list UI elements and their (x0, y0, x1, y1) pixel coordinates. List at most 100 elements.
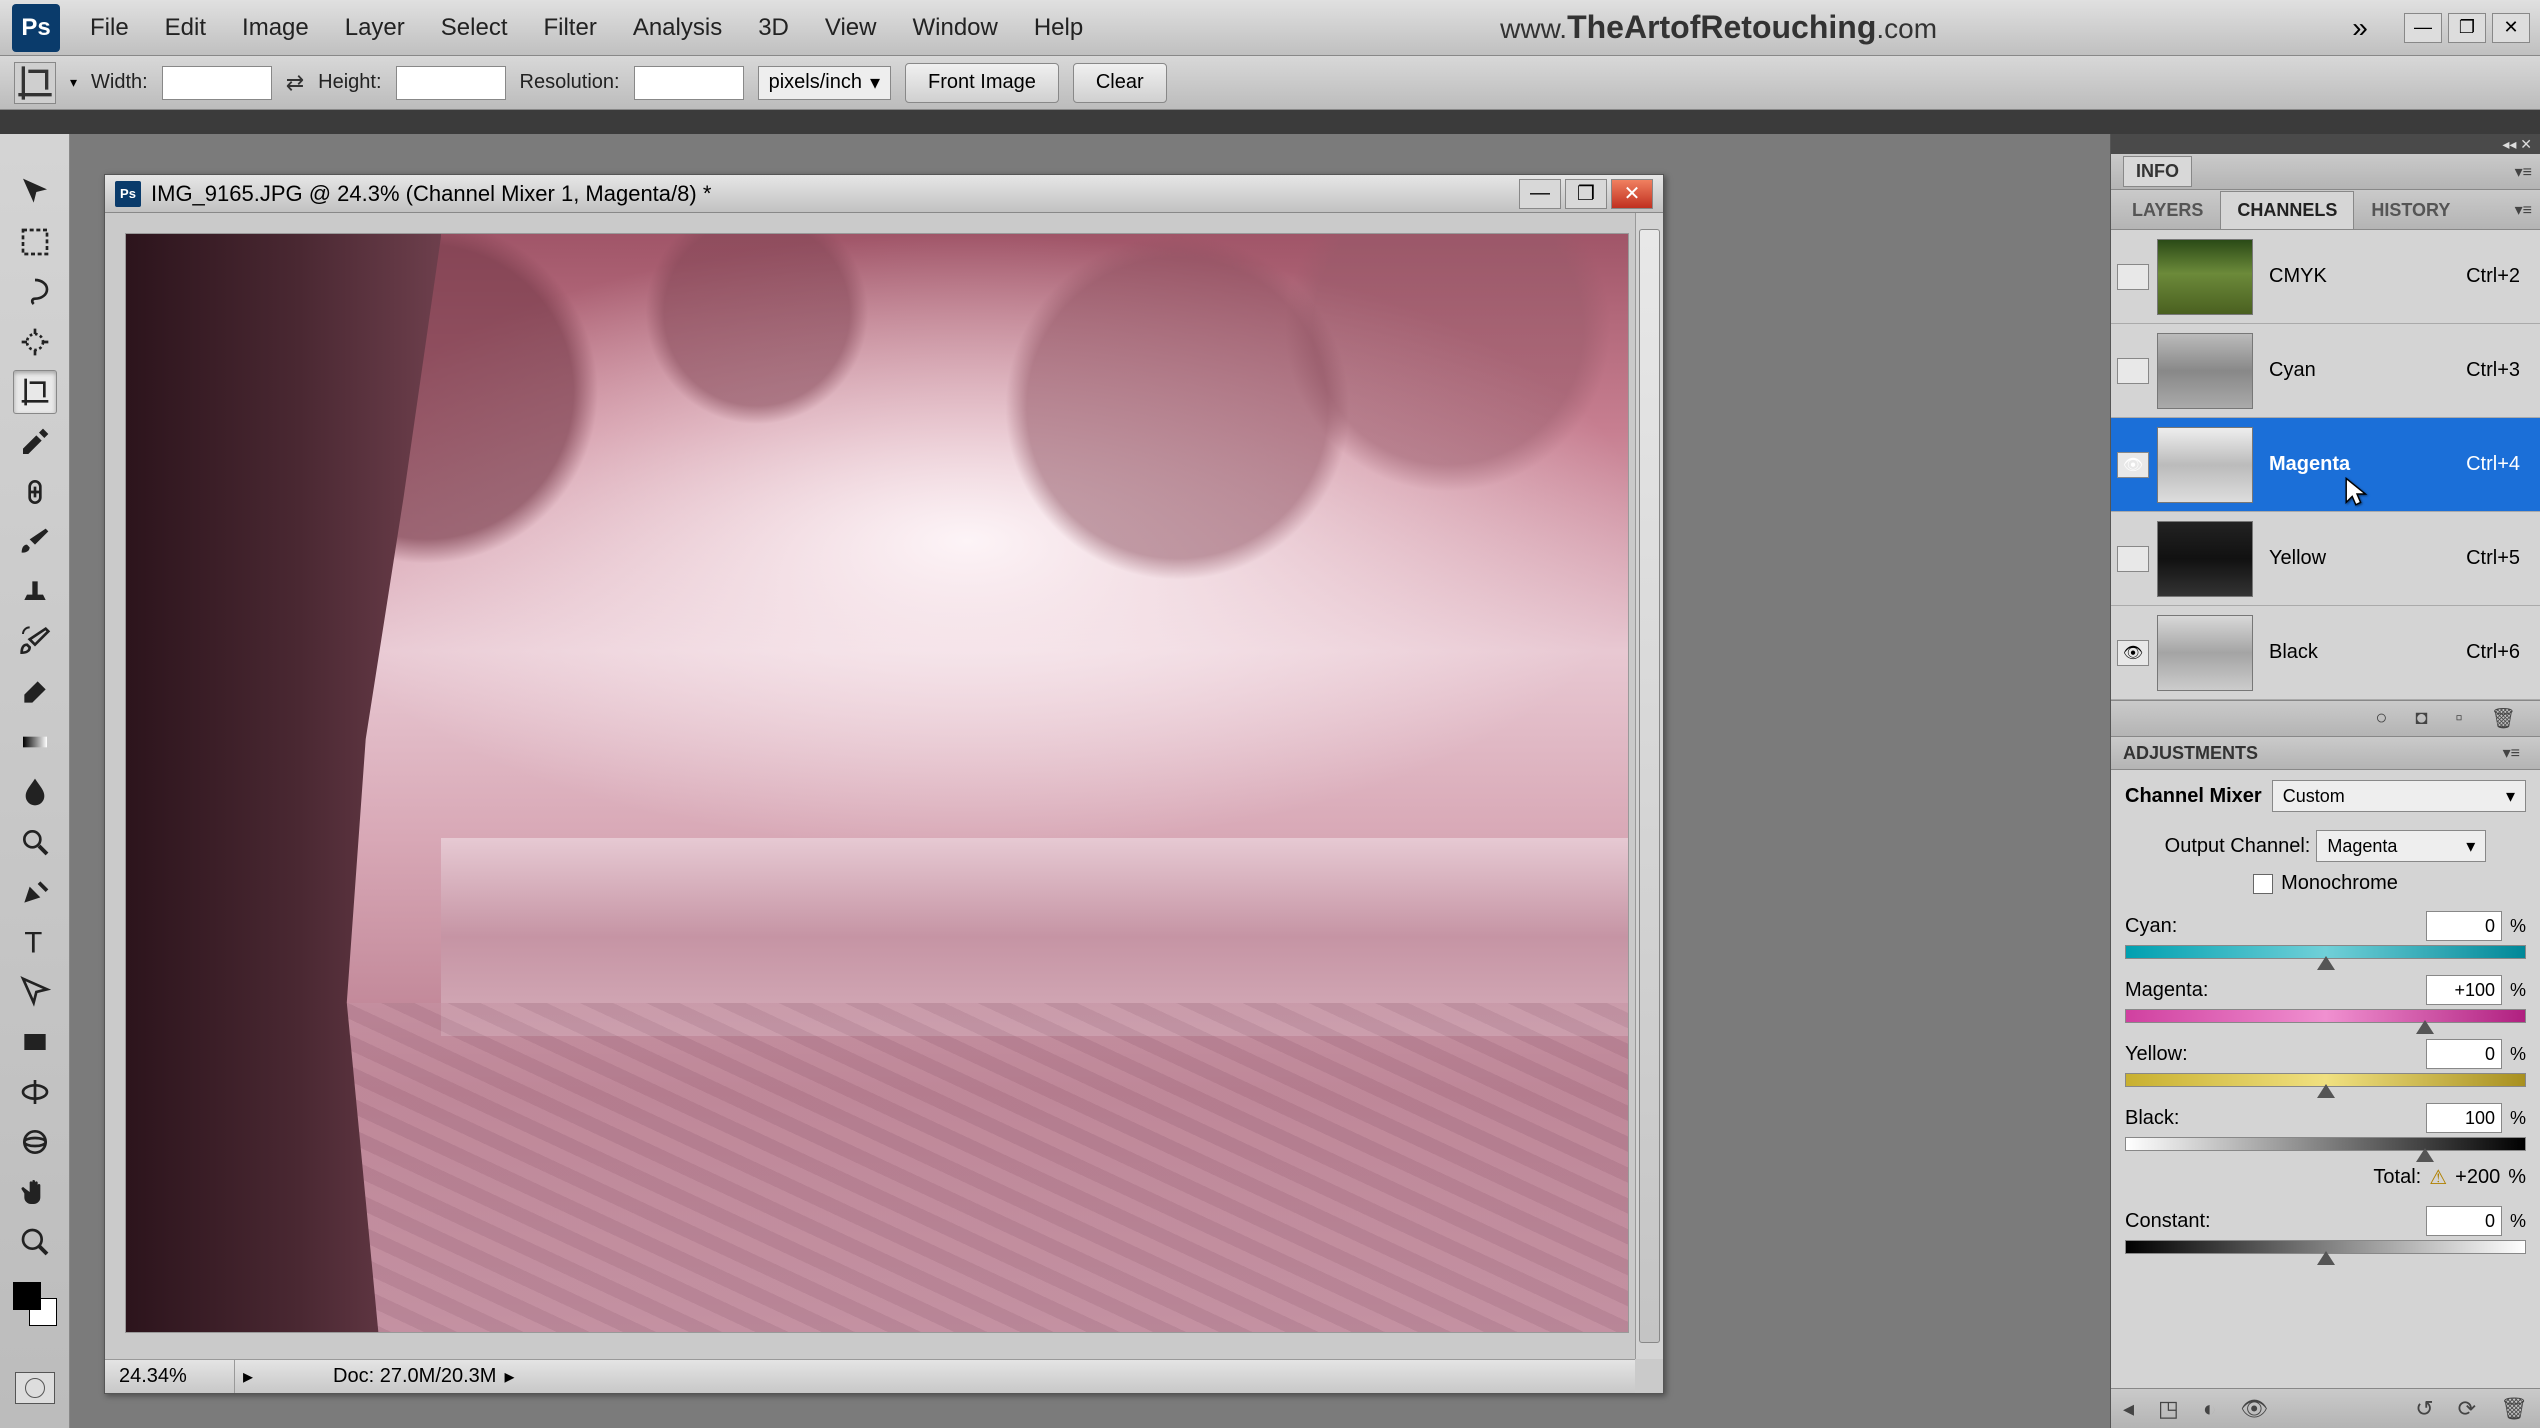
eraser-tool[interactable] (13, 670, 57, 714)
menu-image[interactable]: Image (224, 14, 327, 42)
app-restore-button[interactable]: ❐ (2448, 13, 2486, 43)
tab-history[interactable]: HISTORY (2354, 191, 2467, 229)
tab-channels[interactable]: CHANNELS (2220, 191, 2354, 229)
doc-close-button[interactable]: ✕ (1611, 179, 1653, 209)
monochrome-checkbox[interactable] (2253, 874, 2273, 894)
menu-help[interactable]: Help (1016, 14, 1101, 42)
new-channel-icon[interactable]: ▫ (2456, 707, 2463, 730)
quick-select-tool[interactable] (13, 320, 57, 364)
menu-analysis[interactable]: Analysis (615, 14, 740, 42)
zoom-tool[interactable] (13, 1220, 57, 1264)
channel-thumbnail[interactable] (2157, 615, 2253, 691)
visibility-toggle[interactable] (2117, 452, 2149, 478)
back-icon[interactable]: ◂ (2123, 1396, 2134, 1422)
vertical-scrollbar[interactable] (1635, 213, 1663, 1359)
crop-width-input[interactable] (162, 66, 272, 100)
slider-thumb[interactable] (2317, 1084, 2335, 1098)
rectangle-tool[interactable] (13, 1020, 57, 1064)
zoom-level[interactable]: 24.34% (105, 1360, 235, 1393)
slider-thumb[interactable] (2317, 1251, 2335, 1265)
app-minimize-button[interactable]: ― (2404, 13, 2442, 43)
channel-row-black[interactable]: Black Ctrl+6 (2111, 606, 2540, 700)
tab-layers[interactable]: LAYERS (2115, 191, 2220, 229)
delete-adjustment-icon[interactable]: 🗑 (2500, 1396, 2528, 1422)
menu-edit[interactable]: Edit (147, 14, 224, 42)
slider-thumb[interactable] (2416, 1148, 2434, 1162)
preset-select[interactable]: Custom▾ (2272, 780, 2526, 812)
menu-layer[interactable]: Layer (327, 14, 423, 42)
black-slider[interactable] (2125, 1137, 2526, 1151)
channel-thumbnail[interactable] (2157, 333, 2253, 409)
color-swatches[interactable] (13, 1282, 57, 1326)
clip-layer-icon[interactable]: ◐ (2203, 1396, 2216, 1422)
info-panel-menu-icon[interactable]: ▾≡ (2515, 162, 2532, 182)
channel-row-yellow[interactable]: Yellow Ctrl+5 (2111, 512, 2540, 606)
clone-stamp-tool[interactable] (13, 570, 57, 614)
cyan-slider[interactable] (2125, 945, 2526, 959)
crop-height-input[interactable] (396, 66, 506, 100)
swap-dimensions-icon[interactable]: ⇄ (286, 70, 304, 96)
channel-row-cmyk[interactable]: CMYK Ctrl+2 (2111, 230, 2540, 324)
blur-tool[interactable] (13, 770, 57, 814)
crop-tool-preset-icon[interactable] (14, 62, 56, 104)
pen-tool[interactable] (13, 870, 57, 914)
channel-thumbnail[interactable] (2157, 239, 2253, 315)
resolution-units-select[interactable]: pixels/inch▾ (758, 66, 891, 100)
menu-filter[interactable]: Filter (525, 14, 614, 42)
visibility-toggle[interactable] (2117, 264, 2149, 290)
doc-minimize-button[interactable]: ― (1519, 179, 1561, 209)
marquee-tool[interactable] (13, 220, 57, 264)
magenta-slider[interactable] (2125, 1009, 2526, 1023)
constant-value-input[interactable]: 0 (2426, 1206, 2502, 1236)
type-tool[interactable]: T (13, 920, 57, 964)
history-brush-tool[interactable] (13, 620, 57, 664)
hand-tool[interactable] (13, 1170, 57, 1214)
quickmask-toggle[interactable] (15, 1372, 55, 1404)
panel-collapse-icon[interactable]: ◂◂ ✕ (2111, 134, 2540, 154)
vertical-scroll-thumb[interactable] (1639, 229, 1660, 1343)
menu-3d[interactable]: 3D (740, 14, 807, 42)
channel-thumbnail[interactable] (2157, 427, 2253, 503)
channel-row-cyan[interactable]: Cyan Ctrl+3 (2111, 324, 2540, 418)
output-channel-select[interactable]: Magenta▾ (2316, 830, 2486, 862)
constant-slider[interactable] (2125, 1240, 2526, 1254)
clear-button[interactable]: Clear (1073, 63, 1167, 103)
magenta-value-input[interactable]: +100 (2426, 975, 2502, 1005)
yellow-value-input[interactable]: 0 (2426, 1039, 2502, 1069)
image-surface[interactable] (125, 233, 1629, 1333)
brush-tool[interactable] (13, 520, 57, 564)
app-close-button[interactable]: ✕ (2492, 13, 2530, 43)
document-titlebar[interactable]: Ps IMG_9165.JPG @ 24.3% (Channel Mixer 1… (105, 175, 1663, 213)
visibility-toggle[interactable] (2117, 358, 2149, 384)
visibility-toggle[interactable] (2117, 546, 2149, 572)
3d-rotate-tool[interactable] (13, 1070, 57, 1114)
channels-panel-menu-icon[interactable]: ▾≡ (2515, 200, 2532, 220)
eyedropper-tool[interactable] (13, 420, 57, 464)
channel-thumbnail[interactable] (2157, 521, 2253, 597)
document-size[interactable]: Doc: 27.0M/20.3M (253, 1365, 496, 1388)
front-image-button[interactable]: Front Image (905, 63, 1059, 103)
channel-row-magenta[interactable]: Magenta Ctrl+4 (2111, 418, 2540, 512)
load-selection-icon[interactable]: ○ (2375, 707, 2387, 730)
zoom-menu-icon[interactable]: ▸ (243, 1364, 253, 1389)
crop-resolution-input[interactable] (634, 66, 744, 100)
tab-info[interactable]: INFO (2123, 156, 2192, 187)
3d-orbit-tool[interactable] (13, 1120, 57, 1164)
slider-thumb[interactable] (2317, 956, 2335, 970)
black-value-input[interactable]: 100 (2426, 1103, 2502, 1133)
menu-select[interactable]: Select (423, 14, 526, 42)
doc-maximize-button[interactable]: ❐ (1565, 179, 1607, 209)
slider-thumb[interactable] (2416, 1020, 2434, 1034)
menu-window[interactable]: Window (894, 14, 1015, 42)
dodge-tool[interactable] (13, 820, 57, 864)
visibility-toggle[interactable] (2117, 640, 2149, 666)
gradient-tool[interactable] (13, 720, 57, 764)
move-tool[interactable] (13, 170, 57, 214)
chevron-down-icon[interactable]: ▾ (70, 74, 77, 91)
foreground-color-swatch[interactable] (13, 1282, 41, 1310)
lasso-tool[interactable] (13, 270, 57, 314)
expand-view-icon[interactable]: ◳ (2158, 1396, 2179, 1422)
previous-state-icon[interactable]: ↺ (2415, 1396, 2433, 1422)
document-canvas[interactable] (105, 213, 1663, 1393)
visibility-icon[interactable]: 👁 (2240, 1396, 2268, 1422)
